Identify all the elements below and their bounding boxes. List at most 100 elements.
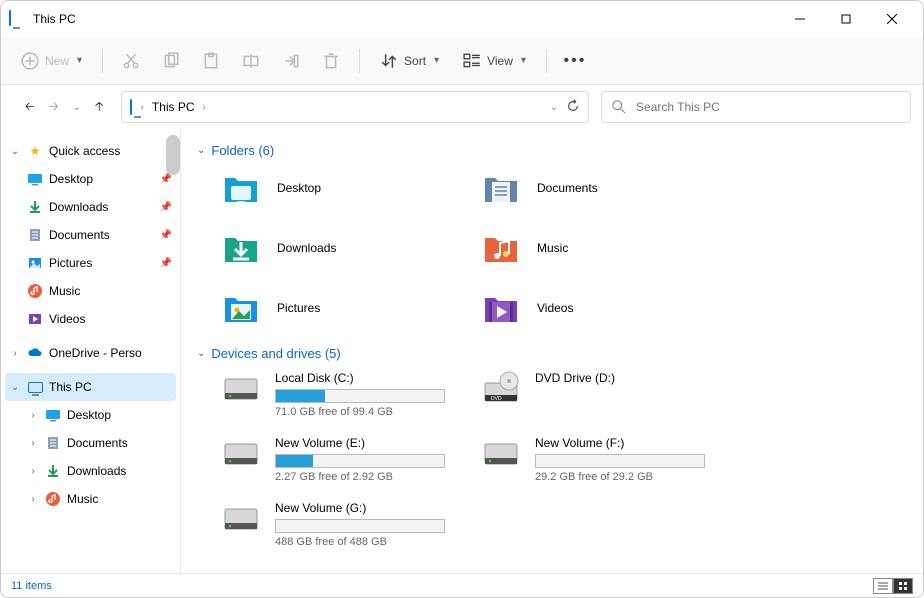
- new-button[interactable]: New ▾: [11, 46, 92, 76]
- sidebar-item-label: Quick access: [49, 144, 120, 158]
- drive-name: DVD Drive (D:): [535, 371, 731, 385]
- folder-label: Pictures: [277, 301, 320, 315]
- copy-icon: [162, 52, 180, 70]
- delete-button[interactable]: [313, 46, 349, 76]
- sort-button[interactable]: Sort ▾: [370, 46, 449, 76]
- search-box[interactable]: [601, 91, 911, 123]
- drive-item[interactable]: Local Disk (C:) 71.0 GB free of 99.4 GB: [221, 371, 471, 418]
- forward-button[interactable]: 🡢: [49, 97, 59, 118]
- drive-free-text: 488 GB free of 488 GB: [275, 536, 471, 548]
- sidebar-item-label: Desktop: [67, 408, 111, 422]
- new-label: New: [45, 54, 69, 68]
- divider: [546, 49, 547, 73]
- sidebar-item-videos[interactable]: Videos: [1, 305, 180, 333]
- pc-icon: [130, 100, 132, 114]
- folder-desktop-folder[interactable]: Desktop: [221, 168, 471, 208]
- folder-music-folder[interactable]: Music: [481, 228, 731, 268]
- divider: [102, 49, 103, 73]
- folder-documents-folder[interactable]: Documents: [481, 168, 731, 208]
- desktop-icon: [45, 407, 61, 423]
- drive-item[interactable]: DVD DVD Drive (D:): [481, 371, 731, 418]
- paste-icon: [202, 52, 220, 70]
- tiles-view-button[interactable]: [893, 578, 913, 594]
- drive-bar: [535, 454, 705, 468]
- music-icon: [27, 283, 43, 299]
- rename-button[interactable]: [233, 46, 269, 76]
- star-icon: ★: [27, 143, 43, 159]
- sidebar-item-downloads[interactable]: Downloads📌: [1, 193, 180, 221]
- sidebar-item-onedrive[interactable]: › OneDrive - Perso: [1, 339, 180, 367]
- sidebar-item-music[interactable]: › Music: [1, 485, 180, 513]
- sidebar-item-desktop[interactable]: Desktop📌: [1, 165, 180, 193]
- scrollbar[interactable]: [166, 135, 180, 175]
- search-input[interactable]: [636, 100, 900, 114]
- sidebar-item-label: Music: [49, 284, 80, 298]
- maximize-button[interactable]: [823, 3, 869, 35]
- desktop-icon: [27, 171, 43, 187]
- chevron-right-icon[interactable]: ›: [27, 466, 39, 477]
- sidebar-item-music[interactable]: Music: [1, 277, 180, 305]
- sidebar-item-pictures[interactable]: Pictures 📌: [1, 249, 180, 277]
- drive-item[interactable]: New Volume (F:) 29.2 GB free of 29.2 GB: [481, 436, 731, 483]
- copy-button[interactable]: [153, 46, 189, 76]
- chevron-right-icon[interactable]: ›: [27, 438, 39, 449]
- close-button[interactable]: [869, 3, 915, 35]
- toolbar: New ▾ Sort ▾ View ▾ •••: [1, 37, 923, 85]
- chevron-right-icon[interactable]: ›: [27, 494, 39, 505]
- drive-item[interactable]: New Volume (G:) 488 GB free of 488 GB: [221, 501, 471, 548]
- plus-circle-icon: [21, 52, 39, 70]
- details-view-button[interactable]: [873, 578, 893, 594]
- address-bar[interactable]: › This PC › ⌄: [121, 91, 589, 123]
- sidebar-item-label: Pictures: [49, 256, 92, 270]
- folder-downloads-folder[interactable]: Downloads: [221, 228, 471, 268]
- up-button[interactable]: 🡡: [95, 97, 104, 118]
- view-button[interactable]: View ▾: [453, 46, 536, 76]
- sidebar-item-label: Music: [67, 492, 98, 506]
- sidebar-item-quick-access[interactable]: ⌄ ★ Quick access: [1, 137, 180, 165]
- drives-group-header[interactable]: ⌄ Devices and drives (5): [197, 346, 907, 361]
- chevron-right-icon[interactable]: ›: [9, 348, 21, 359]
- folders-group-header[interactable]: ⌄ Folders (6): [197, 143, 907, 158]
- sidebar-item-desktop[interactable]: › Desktop: [1, 401, 180, 429]
- view-icon: [463, 52, 481, 70]
- recent-locations-button[interactable]: ⌄: [72, 102, 80, 113]
- share-button[interactable]: [273, 46, 309, 76]
- folder-pictures-folder[interactable]: Pictures: [221, 288, 471, 328]
- cut-button[interactable]: [113, 46, 149, 76]
- sidebar-item-downloads[interactable]: › Downloads: [1, 457, 180, 485]
- folder-label: Music: [537, 241, 568, 255]
- folder-label: Documents: [537, 181, 598, 195]
- drive-free-text: 71.0 GB free of 99.4 GB: [275, 406, 471, 418]
- drive-item[interactable]: New Volume (E:) 2.27 GB free of 2.92 GB: [221, 436, 471, 483]
- chevron-down-icon: ▾: [521, 55, 526, 66]
- sidebar-item-documents[interactable]: Documents📌: [1, 221, 180, 249]
- videos-icon: [27, 311, 43, 327]
- drive-free-text: 29.2 GB free of 29.2 GB: [535, 471, 731, 483]
- drive-bar: [275, 389, 445, 403]
- chevron-down-icon: ⌄: [197, 145, 205, 156]
- back-button[interactable]: 🡠: [25, 97, 35, 118]
- minimize-button[interactable]: [777, 3, 823, 35]
- desktop-folder-icon: [221, 168, 261, 208]
- drive-bar: [275, 454, 445, 468]
- documents-folder-icon: [481, 168, 521, 208]
- chevron-right-icon: ›: [140, 102, 143, 113]
- sidebar-item-label: Documents: [67, 436, 128, 450]
- drive-name: New Volume (E:): [275, 436, 471, 450]
- refresh-button[interactable]: [566, 99, 580, 116]
- paste-button[interactable]: [193, 46, 229, 76]
- chevron-right-icon[interactable]: ›: [27, 410, 39, 421]
- chevron-down-icon[interactable]: ⌄: [9, 146, 21, 157]
- pin-icon: 📌: [160, 258, 172, 269]
- sidebar-item-label: Downloads: [67, 464, 126, 478]
- chevron-down-icon[interactable]: ⌄: [9, 382, 21, 393]
- folder-videos-folder[interactable]: Videos: [481, 288, 731, 328]
- sort-label: Sort: [404, 54, 426, 68]
- folder-label: Downloads: [277, 241, 336, 255]
- pictures-folder-icon: [221, 288, 261, 328]
- chevron-down-icon[interactable]: ⌄: [550, 102, 558, 113]
- sidebar-item-documents[interactable]: › Documents: [1, 429, 180, 457]
- sidebar-item-this-pc[interactable]: ⌄ This PC: [5, 373, 176, 401]
- breadcrumb[interactable]: This PC: [152, 100, 195, 114]
- more-button[interactable]: •••: [557, 46, 593, 76]
